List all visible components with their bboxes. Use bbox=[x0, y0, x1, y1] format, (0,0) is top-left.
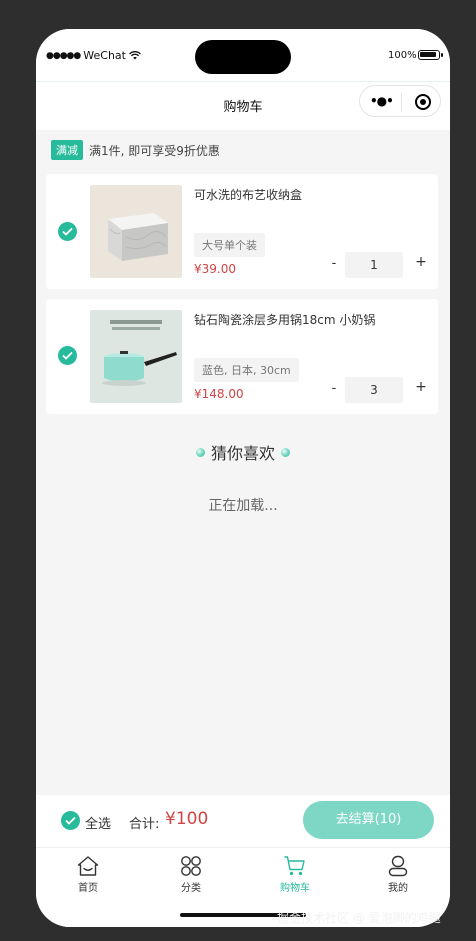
home-icon bbox=[77, 856, 99, 876]
product-price: ¥148.00 bbox=[194, 387, 244, 401]
dynamic-island bbox=[195, 40, 291, 74]
product-attr[interactable]: 大号单个装 bbox=[194, 233, 265, 257]
guess-title: 猜你喜欢 bbox=[210, 444, 275, 463]
tab-category[interactable]: 分类 bbox=[139, 854, 243, 894]
tab-home[interactable]: 首页 bbox=[36, 854, 140, 894]
tab-label: 我的 bbox=[388, 883, 408, 894]
product-attr[interactable]: 蓝色, 日本, 30cm bbox=[194, 358, 299, 382]
tab-cart[interactable]: 购物车 bbox=[243, 854, 347, 894]
check-icon bbox=[62, 227, 73, 236]
battery-percent: 100% bbox=[388, 50, 417, 61]
tab-label: 分类 bbox=[181, 883, 201, 894]
select-all-label[interactable]: 全选 bbox=[85, 813, 111, 832]
decrease-button[interactable]: - bbox=[326, 256, 342, 271]
cart-item: 可水洗的布艺收纳盒 大号单个装 ¥39.00 - 1 + bbox=[46, 174, 438, 289]
decor-dot-icon bbox=[281, 447, 290, 457]
status-bar: ●●●●● WeChat 100% bbox=[36, 29, 450, 81]
capsule-divider bbox=[401, 93, 402, 111]
product-name[interactable]: 可水洗的布艺收纳盒 bbox=[194, 186, 302, 203]
nav-bar: 购物车 •●• bbox=[36, 81, 450, 130]
product-name[interactable]: 钻石陶瓷涂层多用锅18cm 小奶锅 bbox=[194, 311, 375, 328]
item-checkbox[interactable] bbox=[58, 346, 77, 365]
select-all-checkbox[interactable] bbox=[61, 811, 80, 830]
check-icon bbox=[62, 351, 73, 360]
tab-label: 首页 bbox=[78, 883, 98, 894]
check-icon bbox=[65, 816, 76, 825]
promo-tag: 满减 bbox=[51, 140, 83, 160]
increase-button[interactable]: + bbox=[413, 254, 429, 270]
decor-dot-icon bbox=[195, 447, 205, 457]
increase-button[interactable]: + bbox=[413, 379, 429, 395]
total-label: 合计: bbox=[129, 817, 160, 832]
signal-icon: ●●●●● bbox=[46, 50, 81, 61]
promo-text: 满1件, 即可享受9折优惠 bbox=[89, 143, 220, 158]
product-image[interactable] bbox=[90, 310, 182, 403]
loading-text: 正在加载... bbox=[208, 498, 278, 514]
more-icon[interactable]: •●• bbox=[370, 94, 394, 108]
cart-item: 钻石陶瓷涂层多用锅18cm 小奶锅 蓝色, 日本, 30cm ¥148.00 -… bbox=[46, 299, 438, 414]
item-checkbox[interactable] bbox=[58, 222, 77, 241]
battery-icon bbox=[418, 50, 443, 60]
product-price: ¥39.00 bbox=[194, 262, 236, 276]
carrier-info: ●●●●● WeChat bbox=[46, 49, 141, 62]
carrier-name: WeChat bbox=[83, 49, 126, 62]
guess-header: 猜你喜欢 bbox=[36, 440, 450, 464]
category-icon bbox=[181, 856, 201, 876]
total-amount: ¥100 bbox=[165, 809, 209, 829]
phone-frame: ●●●●● WeChat 100% 购物车 •●• 满减 满1件, 即可享受9折… bbox=[36, 29, 450, 927]
cart-icon bbox=[284, 856, 305, 876]
quantity-input[interactable]: 1 bbox=[345, 252, 403, 278]
checkout-bar: 全选 合计: ¥100 去结算(10) bbox=[36, 795, 450, 847]
user-icon bbox=[388, 855, 408, 877]
close-miniprogram-icon[interactable] bbox=[415, 94, 431, 110]
checkout-button[interactable]: 去结算(10) bbox=[303, 801, 434, 839]
wifi-icon bbox=[129, 51, 141, 60]
tab-profile[interactable]: 我的 bbox=[346, 854, 450, 894]
quantity-input[interactable]: 3 bbox=[345, 377, 403, 403]
watermark: 掘金技术社区 @ 爱泡脚的鸡腿 bbox=[277, 911, 441, 925]
decrease-button[interactable]: - bbox=[326, 381, 342, 396]
product-image[interactable] bbox=[90, 185, 182, 278]
tab-label: 购物车 bbox=[280, 883, 310, 894]
miniprogram-capsule: •●• bbox=[359, 85, 441, 117]
promo-banner: 满减 满1件, 即可享受9折优惠 bbox=[51, 140, 220, 160]
